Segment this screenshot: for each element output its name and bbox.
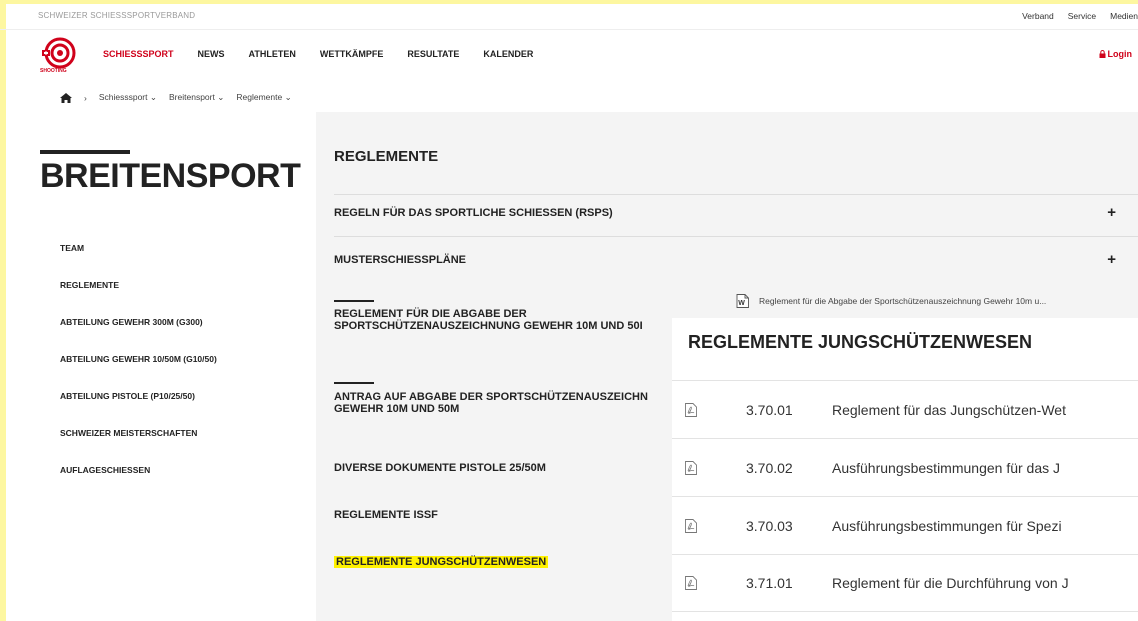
- nav-item-kalender[interactable]: KALENDER: [483, 49, 533, 59]
- accordion-label-line: REGLEMENT FÜR DIE ABGABE DER: [334, 308, 527, 320]
- short-accent-line: [334, 300, 374, 302]
- accordion-reglement-abgabe[interactable]: REGLEMENT FÜR DIE ABGABE DER SPORTSCHÜTZ…: [334, 308, 643, 332]
- breadcrumb-schiesssport[interactable]: Schiesssport ⌄: [99, 92, 157, 103]
- breadcrumb-label: Schiesssport: [98, 92, 148, 102]
- pdf-icon: [685, 460, 697, 475]
- side-nav: TEAM REGLEMENTE ABTEILUNG GEWEHR 300M (G…: [60, 243, 217, 502]
- home-icon[interactable]: [60, 92, 72, 103]
- lock-icon: [1099, 50, 1105, 58]
- breadcrumb: › Schiesssport ⌄ Breitensport ⌄ Reglemen…: [60, 92, 304, 103]
- row-number: 3.70.01: [746, 401, 793, 418]
- pdf-icon: [685, 576, 697, 590]
- side-item-team[interactable]: TEAM: [60, 243, 217, 280]
- top-link-verband[interactable]: Verband: [1022, 11, 1054, 21]
- row-number: 3.70.03: [746, 517, 793, 534]
- overlay-title: REGLEMENTE JUNGSCHÜTZENWESEN: [688, 332, 1033, 352]
- nav-items: SCHIESSSPORT NEWS ATHLETEN WETTKÄMPFE RE…: [103, 49, 557, 59]
- accordion-label-line: ANTRAG AUF ABGABE DER SPORTSCHÜTZENAUSZE…: [334, 391, 648, 403]
- table-row[interactable]: 3.70.01 Reglement für das Jungschützen-W…: [672, 380, 1138, 438]
- nav-item-resultate[interactable]: RESULTATE: [407, 49, 459, 59]
- login-button[interactable]: Login: [1099, 49, 1133, 59]
- accordion-musterschiessplaene[interactable]: MUSTERSCHIESSPLÄNE: [334, 254, 466, 266]
- table-row[interactable]: 3.70.02 Ausführungsbestimmungen für das …: [672, 438, 1138, 496]
- chevron-down-icon: ⌄: [217, 92, 225, 102]
- doc-link[interactable]: W Reglement für die Abgabe der Sportschü…: [736, 294, 1046, 308]
- plus-icon[interactable]: +: [1107, 204, 1116, 221]
- login-label: Login: [1107, 49, 1133, 59]
- breadcrumb-separator-icon: ›: [84, 92, 87, 103]
- accordion-label-line: SPORTSCHÜTZENAUSZEICHNUNG GEWEHR 10M UND…: [334, 320, 643, 332]
- row-number: 3.70.02: [746, 459, 793, 476]
- org-name: SCHWEIZER SCHIESSSPORTVERBAND: [38, 11, 196, 20]
- side-item-meisterschaften[interactable]: SCHWEIZER MEISTERSCHAFTEN: [60, 428, 217, 465]
- accordion-label-line: GEWEHR 10M UND 50M: [334, 403, 460, 415]
- section-title: REGLEMENTE: [334, 148, 439, 165]
- page-title: BREITENSPORT: [40, 157, 301, 195]
- accordion-antrag-abgabe[interactable]: ANTRAG AUF ABGABE DER SPORTSCHÜTZENAUSZE…: [334, 391, 648, 415]
- accordion-rsps[interactable]: REGELN FÜR DAS SPORTLICHE SCHIESSEN (RSP…: [334, 207, 613, 219]
- doc-link-label: Reglement für die Abgabe der Sportschütz…: [759, 296, 1047, 306]
- row-description[interactable]: Reglement für die Durchführung von J: [832, 575, 1069, 591]
- title-accent-bar: [40, 150, 130, 154]
- word-document-icon: W: [736, 294, 749, 308]
- accordion-diverse-pistole[interactable]: DIVERSE DOKUMENTE PISTOLE 25/50M: [334, 462, 546, 474]
- divider: [334, 194, 1138, 195]
- logo-text: SHOOTING: [40, 68, 67, 74]
- nav-item-wettkaempfe[interactable]: WETTKÄMPFE: [320, 49, 384, 59]
- pdf-icon: [685, 518, 697, 533]
- side-item-auflageschiessen[interactable]: AUFLAGESCHIESSEN: [60, 465, 217, 502]
- top-bar: SCHWEIZER SCHIESSSPORTVERBAND Verband Se…: [0, 4, 1138, 30]
- row-number: 3.71.01: [746, 575, 793, 591]
- side-item-pistole[interactable]: ABTEILUNG PISTOLE (P10/25/50): [60, 391, 217, 428]
- breadcrumb-label: Reglemente: [236, 92, 283, 102]
- top-link-medien[interactable]: Medien: [1110, 11, 1138, 21]
- row-description[interactable]: Ausführungsbestimmungen für Spezi: [832, 518, 1062, 534]
- breadcrumb-reglemente[interactable]: Reglemente ⌄: [236, 92, 291, 103]
- highlight-label: REGLEMENTE JUNGSCHÜTZENWESEN: [334, 556, 549, 568]
- row-description[interactable]: Reglement für das Jungschützen-Wet: [832, 402, 1066, 418]
- breadcrumb-label: Breitensport: [169, 92, 215, 102]
- breadcrumb-breitensport[interactable]: Breitensport ⌄: [169, 92, 224, 103]
- chevron-down-icon: ⌄: [149, 92, 158, 102]
- chevron-down-icon: ⌄: [284, 92, 292, 102]
- pdf-icon: [685, 402, 697, 417]
- yellow-frame-left: [0, 0, 6, 621]
- top-link-service[interactable]: Service: [1068, 11, 1096, 21]
- plus-icon[interactable]: +: [1107, 251, 1116, 268]
- nav-item-schiesssport[interactable]: SCHIESSSPORT: [103, 49, 174, 59]
- table-row[interactable]: 3.70.03 Ausführungsbestimmungen für Spez…: [672, 496, 1138, 554]
- nav-item-news[interactable]: NEWS: [198, 49, 225, 59]
- row-description[interactable]: Ausführungsbestimmungen für das J: [832, 460, 1060, 476]
- divider: [334, 236, 1138, 237]
- side-item-reglemente[interactable]: REGLEMENTE: [60, 280, 217, 317]
- svg-text:W: W: [738, 300, 745, 307]
- accordion-jungschuetzenwesen[interactable]: REGLEMENTE JUNGSCHÜTZENWESEN: [334, 556, 549, 568]
- top-links: Verband Service Medien: [1022, 11, 1138, 21]
- nav-item-athleten[interactable]: ATHLETEN: [249, 49, 296, 59]
- side-item-g10-50[interactable]: ABTEILUNG GEWEHR 10/50M (G10/50): [60, 354, 217, 391]
- main-nav: SHOOTING SCHIESSSPORT NEWS ATHLETEN WETT…: [0, 30, 1138, 80]
- short-accent-line: [334, 382, 374, 384]
- accordion-reglemente-issf[interactable]: REGLEMENTE ISSF: [334, 509, 438, 521]
- side-item-g300[interactable]: ABTEILUNG GEWEHR 300M (G300): [60, 317, 217, 354]
- table-row[interactable]: 3.71.01 Reglement für die Durchführung v…: [672, 554, 1138, 612]
